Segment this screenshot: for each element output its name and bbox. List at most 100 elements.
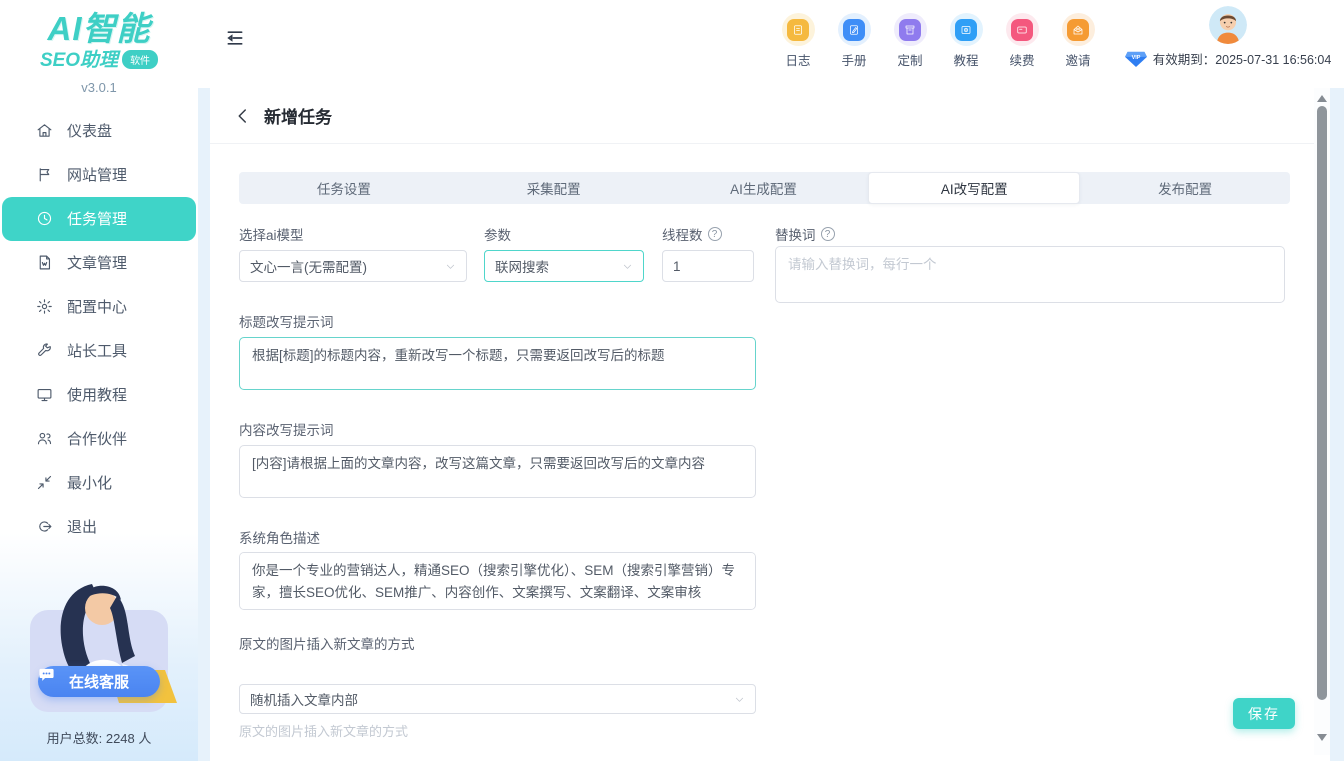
shortcut-label: 日志 bbox=[785, 50, 810, 69]
image-insert-label: 原文的图片插入新文章的方式 bbox=[239, 634, 424, 656]
sidebar-item-tasks[interactable]: 任务管理 bbox=[2, 197, 196, 241]
tab-ai-rewrite-config[interactable]: AI改写配置 bbox=[868, 172, 1080, 204]
manual-icon bbox=[848, 24, 860, 36]
vip-expiry-text: 有效期到：2025-07-31 16:56:04 bbox=[1153, 49, 1332, 68]
user-count: 用户总数: 2248 人 bbox=[0, 728, 198, 747]
shortcut-tutorials[interactable]: 教程 bbox=[944, 13, 988, 69]
shortcut-label: 手册 bbox=[841, 50, 866, 69]
monitor-icon bbox=[36, 386, 53, 403]
help-icon[interactable] bbox=[708, 227, 722, 241]
online-service-button[interactable]: 在线客服 bbox=[38, 666, 160, 697]
content-prompt-textarea[interactable]: [内容]请根据上面的文章内容，改写这篇文章，只需要返回改写后的文章内容 bbox=[239, 445, 756, 498]
tab-collect-config[interactable]: 采集配置 bbox=[449, 172, 659, 204]
shortcut-customize[interactable]: 定制 bbox=[888, 13, 932, 69]
replace-words-label: 替换词 bbox=[775, 224, 835, 244]
collapse-sidebar-icon[interactable] bbox=[224, 28, 246, 48]
chevron-down-icon bbox=[734, 694, 745, 705]
shortcut-label: 定制 bbox=[897, 50, 922, 69]
ai-model-select[interactable]: 文心一言(无需配置) bbox=[239, 250, 467, 282]
topbar-shortcuts: 日志 手册 定制 教程 续费 bbox=[776, 13, 1112, 69]
sidebar-item-tutorial[interactable]: 使用教程 bbox=[0, 373, 198, 417]
sidebar-item-websites[interactable]: 网站管理 bbox=[0, 153, 198, 197]
image-insert-select[interactable]: 随机插入文章内部 bbox=[239, 684, 756, 714]
save-button[interactable]: 保存 bbox=[1233, 698, 1295, 729]
customer-service-area: 在线客服 用户总数: 2248 人 bbox=[0, 570, 198, 747]
system-role-textarea[interactable]: 你是一个专业的营销达人，精通SEO（搜索引擎优化）、SEM（搜索引擎营销）专家，… bbox=[239, 552, 756, 610]
sidebar-item-logout[interactable]: 退出 bbox=[0, 505, 198, 549]
sidebar-item-label: 配置中心 bbox=[67, 296, 127, 317]
home-icon bbox=[36, 122, 53, 139]
clock-icon bbox=[36, 210, 53, 227]
tab-task-settings[interactable]: 任务设置 bbox=[239, 172, 449, 204]
tab-publish-config[interactable]: 发布配置 bbox=[1080, 172, 1290, 204]
sidebar-item-label: 任务管理 bbox=[67, 208, 127, 229]
document-icon bbox=[36, 254, 53, 271]
vip-badge-icon: VIP bbox=[1125, 51, 1147, 67]
scrollbar[interactable] bbox=[1314, 88, 1330, 755]
help-icon[interactable] bbox=[821, 227, 835, 241]
shortcut-renew[interactable]: 续费 bbox=[1000, 13, 1044, 69]
sidebar-item-label: 最小化 bbox=[67, 472, 112, 493]
mail-icon bbox=[1072, 24, 1084, 36]
app-logo: AI智能 SEO助理 软件 v3.0.1 bbox=[0, 0, 198, 95]
video-icon bbox=[960, 24, 972, 36]
title-prompt-label: 标题改写提示词 bbox=[239, 311, 334, 331]
app-version: v3.0.1 bbox=[0, 80, 198, 95]
sidebar-item-webmaster-tools[interactable]: 站长工具 bbox=[0, 329, 198, 373]
sidebar-item-label: 退出 bbox=[67, 516, 97, 537]
chevron-down-icon bbox=[445, 261, 456, 272]
ai-model-label: 选择ai模型 bbox=[239, 224, 304, 244]
sidebar-item-label: 文章管理 bbox=[67, 252, 127, 273]
sidebar: AI智能 SEO助理 软件 v3.0.1 仪表盘 网站管理 任务管理 文章管理 … bbox=[0, 0, 198, 761]
threads-label: 线程数 bbox=[662, 224, 722, 244]
sidebar-item-articles[interactable]: 文章管理 bbox=[0, 241, 198, 285]
scroll-up-arrow[interactable] bbox=[1317, 95, 1327, 102]
logo-line2: SEO助理 bbox=[40, 45, 118, 72]
image-insert-helper: 原文的图片插入新文章的方式 bbox=[239, 721, 408, 740]
shortcut-manual[interactable]: 手册 bbox=[832, 13, 876, 69]
credit-card-icon bbox=[1016, 24, 1028, 36]
image-insert-value: 随机插入文章内部 bbox=[250, 689, 358, 709]
tab-bar: 任务设置 采集配置 AI生成配置 AI改写配置 发布配置 bbox=[239, 172, 1290, 204]
threads-input[interactable] bbox=[662, 250, 754, 282]
sidebar-item-label: 网站管理 bbox=[67, 164, 127, 185]
sidebar-item-label: 站长工具 bbox=[67, 340, 127, 361]
param-label: 参数 bbox=[484, 224, 511, 244]
logout-icon bbox=[36, 518, 53, 535]
people-icon bbox=[36, 430, 53, 447]
param-select[interactable]: 联网搜索 bbox=[484, 250, 644, 282]
sidebar-item-label: 合作伙伴 bbox=[67, 428, 127, 449]
content-prompt-label: 内容改写提示词 bbox=[239, 419, 334, 439]
sidebar-item-partners[interactable]: 合作伙伴 bbox=[0, 417, 198, 461]
sidebar-menu: 仪表盘 网站管理 任务管理 文章管理 配置中心 站长工具 使用教程 合作伙伴 bbox=[0, 109, 198, 549]
scrollbar-thumb[interactable] bbox=[1317, 106, 1327, 700]
topbar: 日志 手册 定制 教程 续费 bbox=[198, 0, 1344, 88]
sidebar-item-config[interactable]: 配置中心 bbox=[0, 285, 198, 329]
sidebar-item-label: 使用教程 bbox=[67, 384, 127, 405]
avatar[interactable] bbox=[1209, 6, 1247, 44]
online-service-label: 在线客服 bbox=[69, 671, 129, 692]
account-area: VIP 有效期到：2025-07-31 16:56:04 bbox=[1120, 6, 1336, 68]
back-icon[interactable] bbox=[234, 107, 252, 125]
wrench-icon bbox=[36, 342, 53, 359]
shortcut-invite[interactable]: 邀请 bbox=[1056, 13, 1100, 69]
scroll-down-arrow[interactable] bbox=[1317, 734, 1327, 741]
page-header: 新增任务 bbox=[210, 88, 1330, 144]
flag-icon bbox=[36, 166, 53, 183]
shortcut-logs[interactable]: 日志 bbox=[776, 13, 820, 69]
main-content: 新增任务 任务设置 采集配置 AI生成配置 AI改写配置 发布配置 选择ai模型… bbox=[210, 88, 1330, 761]
logo-line1: AI智能 bbox=[0, 12, 198, 47]
param-value: 联网搜索 bbox=[495, 256, 549, 276]
system-role-label: 系统角色描述 bbox=[239, 527, 320, 547]
archive-icon bbox=[904, 24, 916, 36]
sidebar-item-dashboard[interactable]: 仪表盘 bbox=[0, 109, 198, 153]
replace-words-textarea[interactable] bbox=[775, 246, 1285, 303]
customer-service-illustration bbox=[14, 570, 184, 720]
shortcut-label: 邀请 bbox=[1065, 50, 1090, 69]
minimize-icon bbox=[36, 474, 53, 491]
tab-ai-generate-config[interactable]: AI生成配置 bbox=[659, 172, 869, 204]
sidebar-item-label: 仪表盘 bbox=[67, 120, 112, 141]
title-prompt-textarea[interactable]: 根据[标题]的标题内容，重新改写一个标题，只需要返回改写后的标题 bbox=[239, 337, 756, 390]
sidebar-item-minimize[interactable]: 最小化 bbox=[0, 461, 198, 505]
chevron-down-icon bbox=[622, 261, 633, 272]
